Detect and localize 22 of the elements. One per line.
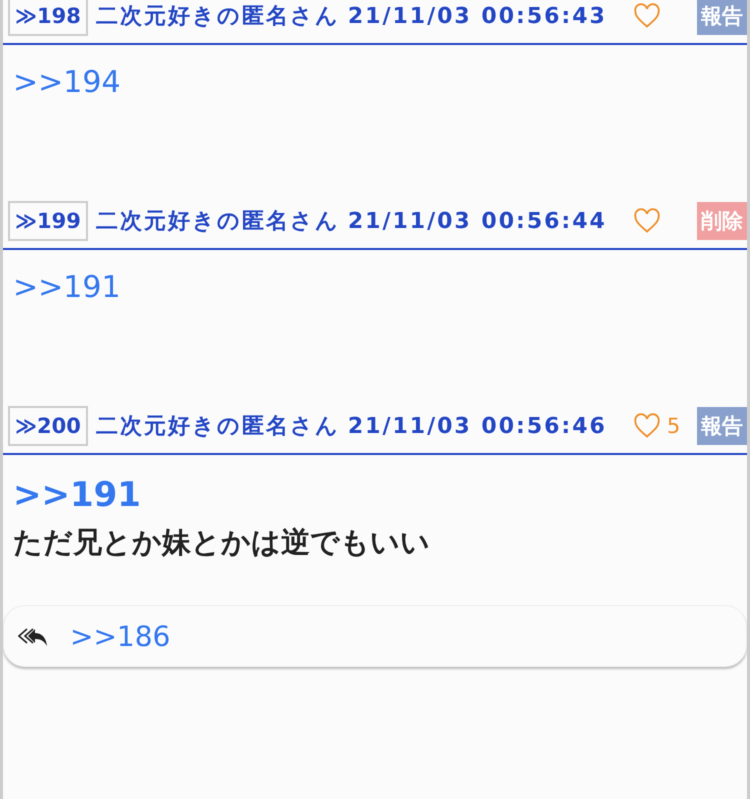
report-button[interactable]: 報告 <box>697 407 747 445</box>
like-count: 5 <box>666 414 680 438</box>
post-author: 二次元好きの匿名さん <box>96 3 340 31</box>
post-number[interactable]: ≫200 <box>8 406 88 446</box>
post-author: 二次元好きの匿名さん <box>96 413 340 441</box>
post-date: 21/11/03 00:56:46 <box>348 414 607 438</box>
reply-link[interactable]: >>191 <box>13 270 737 305</box>
post-number[interactable]: ≫199 <box>8 201 88 241</box>
post-author: 二次元好きの匿名さん <box>96 208 340 236</box>
heart-icon <box>632 413 661 439</box>
reply-link[interactable]: >>194 <box>13 65 737 100</box>
heart-icon <box>632 3 661 29</box>
post-date: 21/11/03 00:56:44 <box>348 208 607 234</box>
heart-icon <box>632 208 661 234</box>
reply-link[interactable]: >>191 <box>13 475 737 515</box>
report-button[interactable]: 報告 <box>697 0 747 35</box>
like-button[interactable]: 5 <box>628 413 684 439</box>
reply-link[interactable]: >>186 <box>70 620 170 652</box>
post-date: 21/11/03 00:56:43 <box>348 4 607 28</box>
post-number[interactable]: ≫198 <box>8 0 88 36</box>
delete-button[interactable]: 削除 <box>697 202 747 240</box>
post-text: ただ兄とか妹とかは逆でもいい <box>13 524 431 561</box>
